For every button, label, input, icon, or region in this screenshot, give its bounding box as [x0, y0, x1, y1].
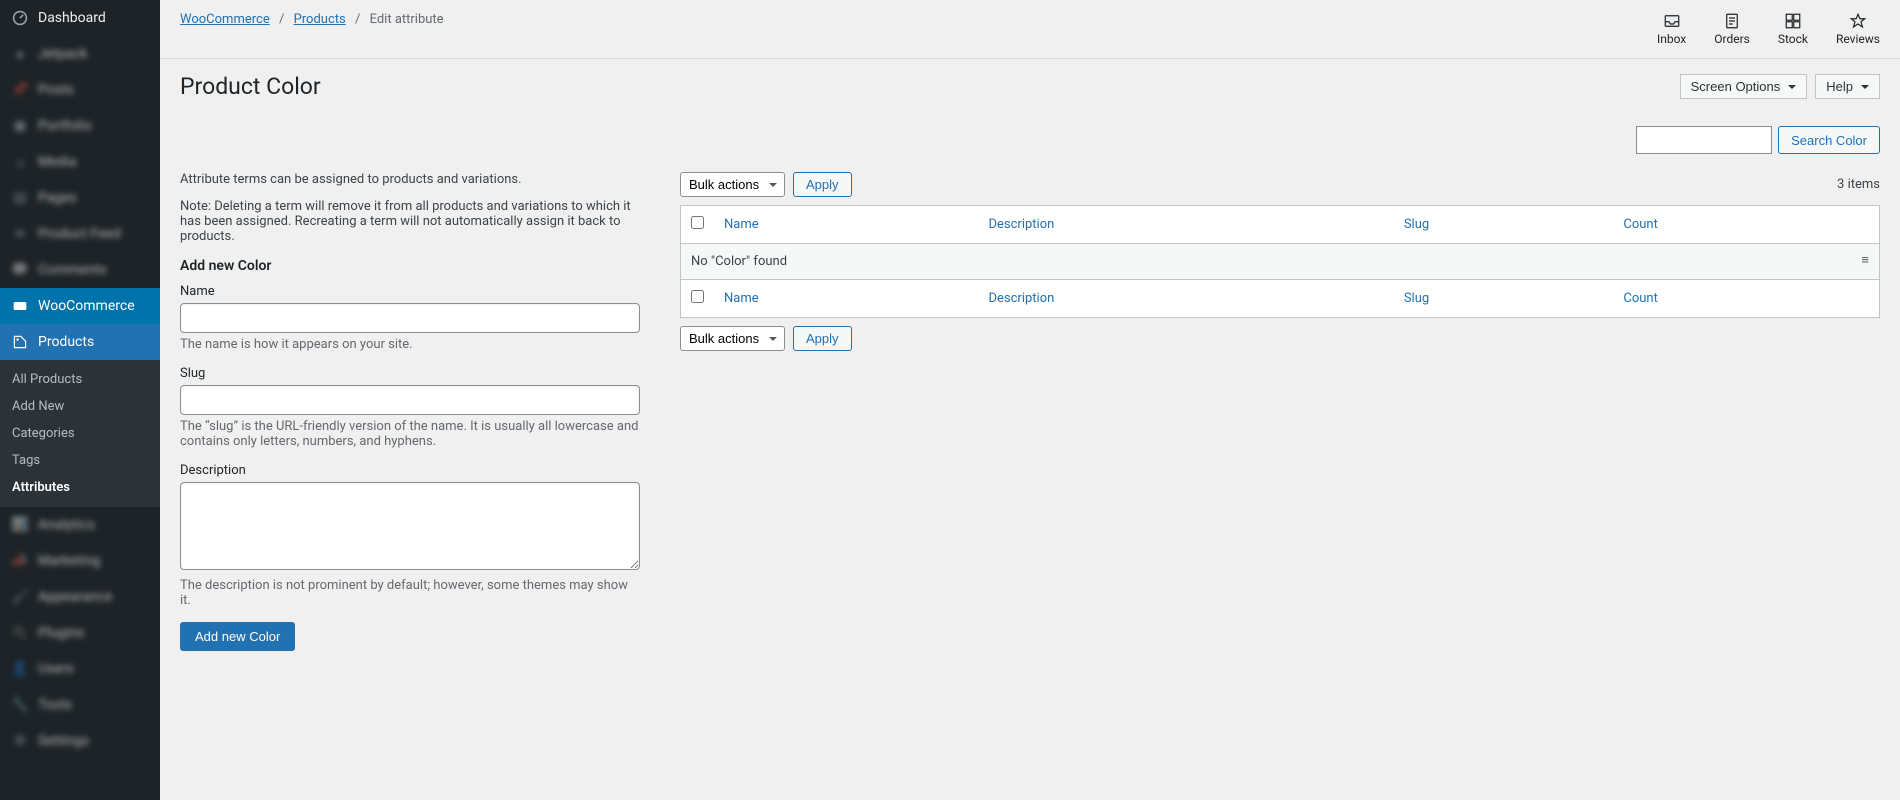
top-icon-reviews[interactable]: Reviews: [1836, 12, 1880, 46]
sidebar-item-woocommerce[interactable]: WooCommerce: [0, 288, 160, 324]
sidebar-label: WooCommerce: [38, 298, 135, 314]
sidebar-item-plugins[interactable]: 🔌Plugins: [0, 615, 160, 651]
sidebar-item-appearance[interactable]: 🖌Appearance: [0, 579, 160, 615]
sidebar-item-analytics[interactable]: 📊Analytics: [0, 507, 160, 543]
top-icon-label: Inbox: [1657, 32, 1686, 46]
stock-icon: [1784, 12, 1802, 30]
sidebar-label: Dashboard: [38, 10, 106, 26]
sidebar-item-comments[interactable]: 💬Comments: [0, 252, 160, 288]
dashboard-icon: [10, 8, 30, 28]
sidebar-item-tools[interactable]: 🔧Tools: [0, 687, 160, 723]
table-empty-row: No "Color" found ≡: [681, 244, 1880, 280]
name-input[interactable]: [180, 303, 640, 333]
sidebar-item-products[interactable]: Products: [0, 324, 160, 360]
col-slug-footer[interactable]: Slug: [1394, 280, 1614, 318]
add-term-form: Attribute terms can be assigned to produ…: [180, 172, 640, 651]
top-icon-label: Orders: [1714, 32, 1750, 46]
sidebar-item-product-feed[interactable]: ≋Product Feed: [0, 216, 160, 252]
sidebar-item-portfolio[interactable]: ▣Portfolio: [0, 108, 160, 144]
select-all-bottom[interactable]: [691, 290, 704, 303]
sidebar-item-dashboard[interactable]: Dashboard: [0, 0, 160, 36]
slug-help: The “slug” is the URL-friendly version o…: [180, 419, 640, 449]
name-help: The name is how it appears on your site.: [180, 337, 640, 352]
sidebar-item-users[interactable]: 👤Users: [0, 651, 160, 687]
top-icon-label: Stock: [1778, 32, 1808, 46]
add-new-color-button[interactable]: Add new Color: [180, 622, 295, 651]
hamburger-icon[interactable]: ≡: [1861, 254, 1869, 267]
top-icons: Inbox Orders Stock Reviews: [1657, 12, 1880, 46]
help-button[interactable]: Help: [1815, 74, 1880, 99]
description-input[interactable]: [180, 482, 640, 570]
sidebar-item-media[interactable]: ♫Media: [0, 144, 160, 180]
description-label: Description: [180, 463, 640, 478]
col-name-header[interactable]: Name: [714, 206, 978, 244]
inbox-icon: [1663, 12, 1681, 30]
name-label: Name: [180, 284, 640, 299]
col-description-footer[interactable]: Description: [978, 280, 1393, 318]
breadcrumb-woocommerce[interactable]: WooCommerce: [180, 12, 270, 27]
reviews-icon: [1849, 12, 1867, 30]
submenu-add-new[interactable]: Add New: [0, 393, 160, 420]
terms-table: Name Description Slug Count No "Color" f…: [680, 205, 1880, 318]
col-count-footer[interactable]: Count: [1613, 280, 1879, 318]
bulk-actions-select-top[interactable]: Bulk actions: [680, 172, 785, 197]
intro-text: Attribute terms can be assigned to produ…: [180, 172, 640, 187]
woocommerce-icon: [10, 296, 30, 316]
top-icon-inbox[interactable]: Inbox: [1657, 12, 1686, 46]
empty-text: No "Color" found: [691, 254, 787, 269]
breadcrumb: WooCommerce / Products / Edit attribute: [180, 12, 444, 27]
apply-button-top[interactable]: Apply: [793, 172, 852, 197]
sidebar-item-settings[interactable]: ⚙Settings: [0, 723, 160, 759]
page-title: Product Color: [180, 73, 321, 100]
breadcrumb-products[interactable]: Products: [294, 12, 346, 27]
form-heading: Add new Color: [180, 258, 640, 274]
screen-options-button[interactable]: Screen Options: [1680, 74, 1808, 99]
col-count-header[interactable]: Count: [1613, 206, 1879, 244]
search-button[interactable]: Search Color: [1778, 126, 1880, 154]
submenu-categories[interactable]: Categories: [0, 420, 160, 447]
products-submenu: All Products Add New Categories Tags Att…: [0, 360, 160, 507]
search-input[interactable]: [1636, 126, 1772, 154]
sidebar-item-posts[interactable]: 📌Posts: [0, 72, 160, 108]
orders-icon: [1723, 12, 1741, 30]
apply-button-bottom[interactable]: Apply: [793, 326, 852, 351]
admin-sidebar: Dashboard ●Jetpack 📌Posts ▣Portfolio ♫Me…: [0, 0, 160, 800]
main-content: WooCommerce / Products / Edit attribute …: [160, 0, 1900, 800]
description-help: The description is not prominent by defa…: [180, 578, 640, 608]
submenu-all-products[interactable]: All Products: [0, 366, 160, 393]
col-name-footer[interactable]: Name: [714, 280, 978, 318]
sidebar-item-jetpack[interactable]: ●Jetpack: [0, 36, 160, 72]
top-icon-orders[interactable]: Orders: [1714, 12, 1750, 46]
top-icon-stock[interactable]: Stock: [1778, 12, 1808, 46]
breadcrumb-sep: /: [279, 12, 284, 27]
sidebar-label: Products: [38, 334, 94, 350]
terms-list-panel: Bulk actions Apply 3 items Name Descript…: [680, 172, 1880, 359]
bulk-actions-select-bottom[interactable]: Bulk actions: [680, 326, 785, 351]
items-count: 3 items: [1837, 177, 1880, 192]
col-slug-header[interactable]: Slug: [1394, 206, 1614, 244]
slug-input[interactable]: [180, 385, 640, 415]
submenu-attributes[interactable]: Attributes: [0, 474, 160, 501]
select-all-top[interactable]: [691, 216, 704, 229]
top-icon-label: Reviews: [1836, 32, 1880, 46]
products-icon: [10, 332, 30, 352]
sidebar-item-marketing[interactable]: 📣Marketing: [0, 543, 160, 579]
col-description-header[interactable]: Description: [978, 206, 1393, 244]
slug-label: Slug: [180, 366, 640, 381]
breadcrumb-current: Edit attribute: [370, 12, 444, 27]
sidebar-item-pages[interactable]: ▤Pages: [0, 180, 160, 216]
note-text: Note: Deleting a term will remove it fro…: [180, 199, 640, 244]
breadcrumb-sep: /: [355, 12, 360, 27]
submenu-tags[interactable]: Tags: [0, 447, 160, 474]
